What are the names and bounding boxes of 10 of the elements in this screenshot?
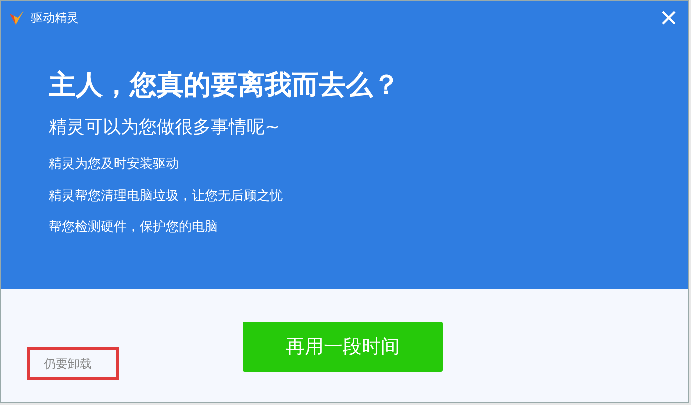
app-logo-icon [9,10,25,26]
subtitle: 精灵可以为您做很多事情呢~ [49,116,282,140]
uninstall-link[interactable]: 仍要卸载 [27,347,119,380]
close-icon[interactable] [662,11,676,25]
keep-using-button[interactable]: 再用一段时间 [243,322,443,372]
window-title: 驱动精灵 [31,10,79,27]
feature-text: 精灵帮您清理电脑垃圾，让您无后顾之忧 [49,188,284,206]
heading: 主人，您真的要离我而去么？ [49,70,401,102]
feature-text: 帮您检测硬件，保护您的电脑 [49,219,219,238]
feature-text: 精灵为您及时安装驱动 [49,156,180,174]
